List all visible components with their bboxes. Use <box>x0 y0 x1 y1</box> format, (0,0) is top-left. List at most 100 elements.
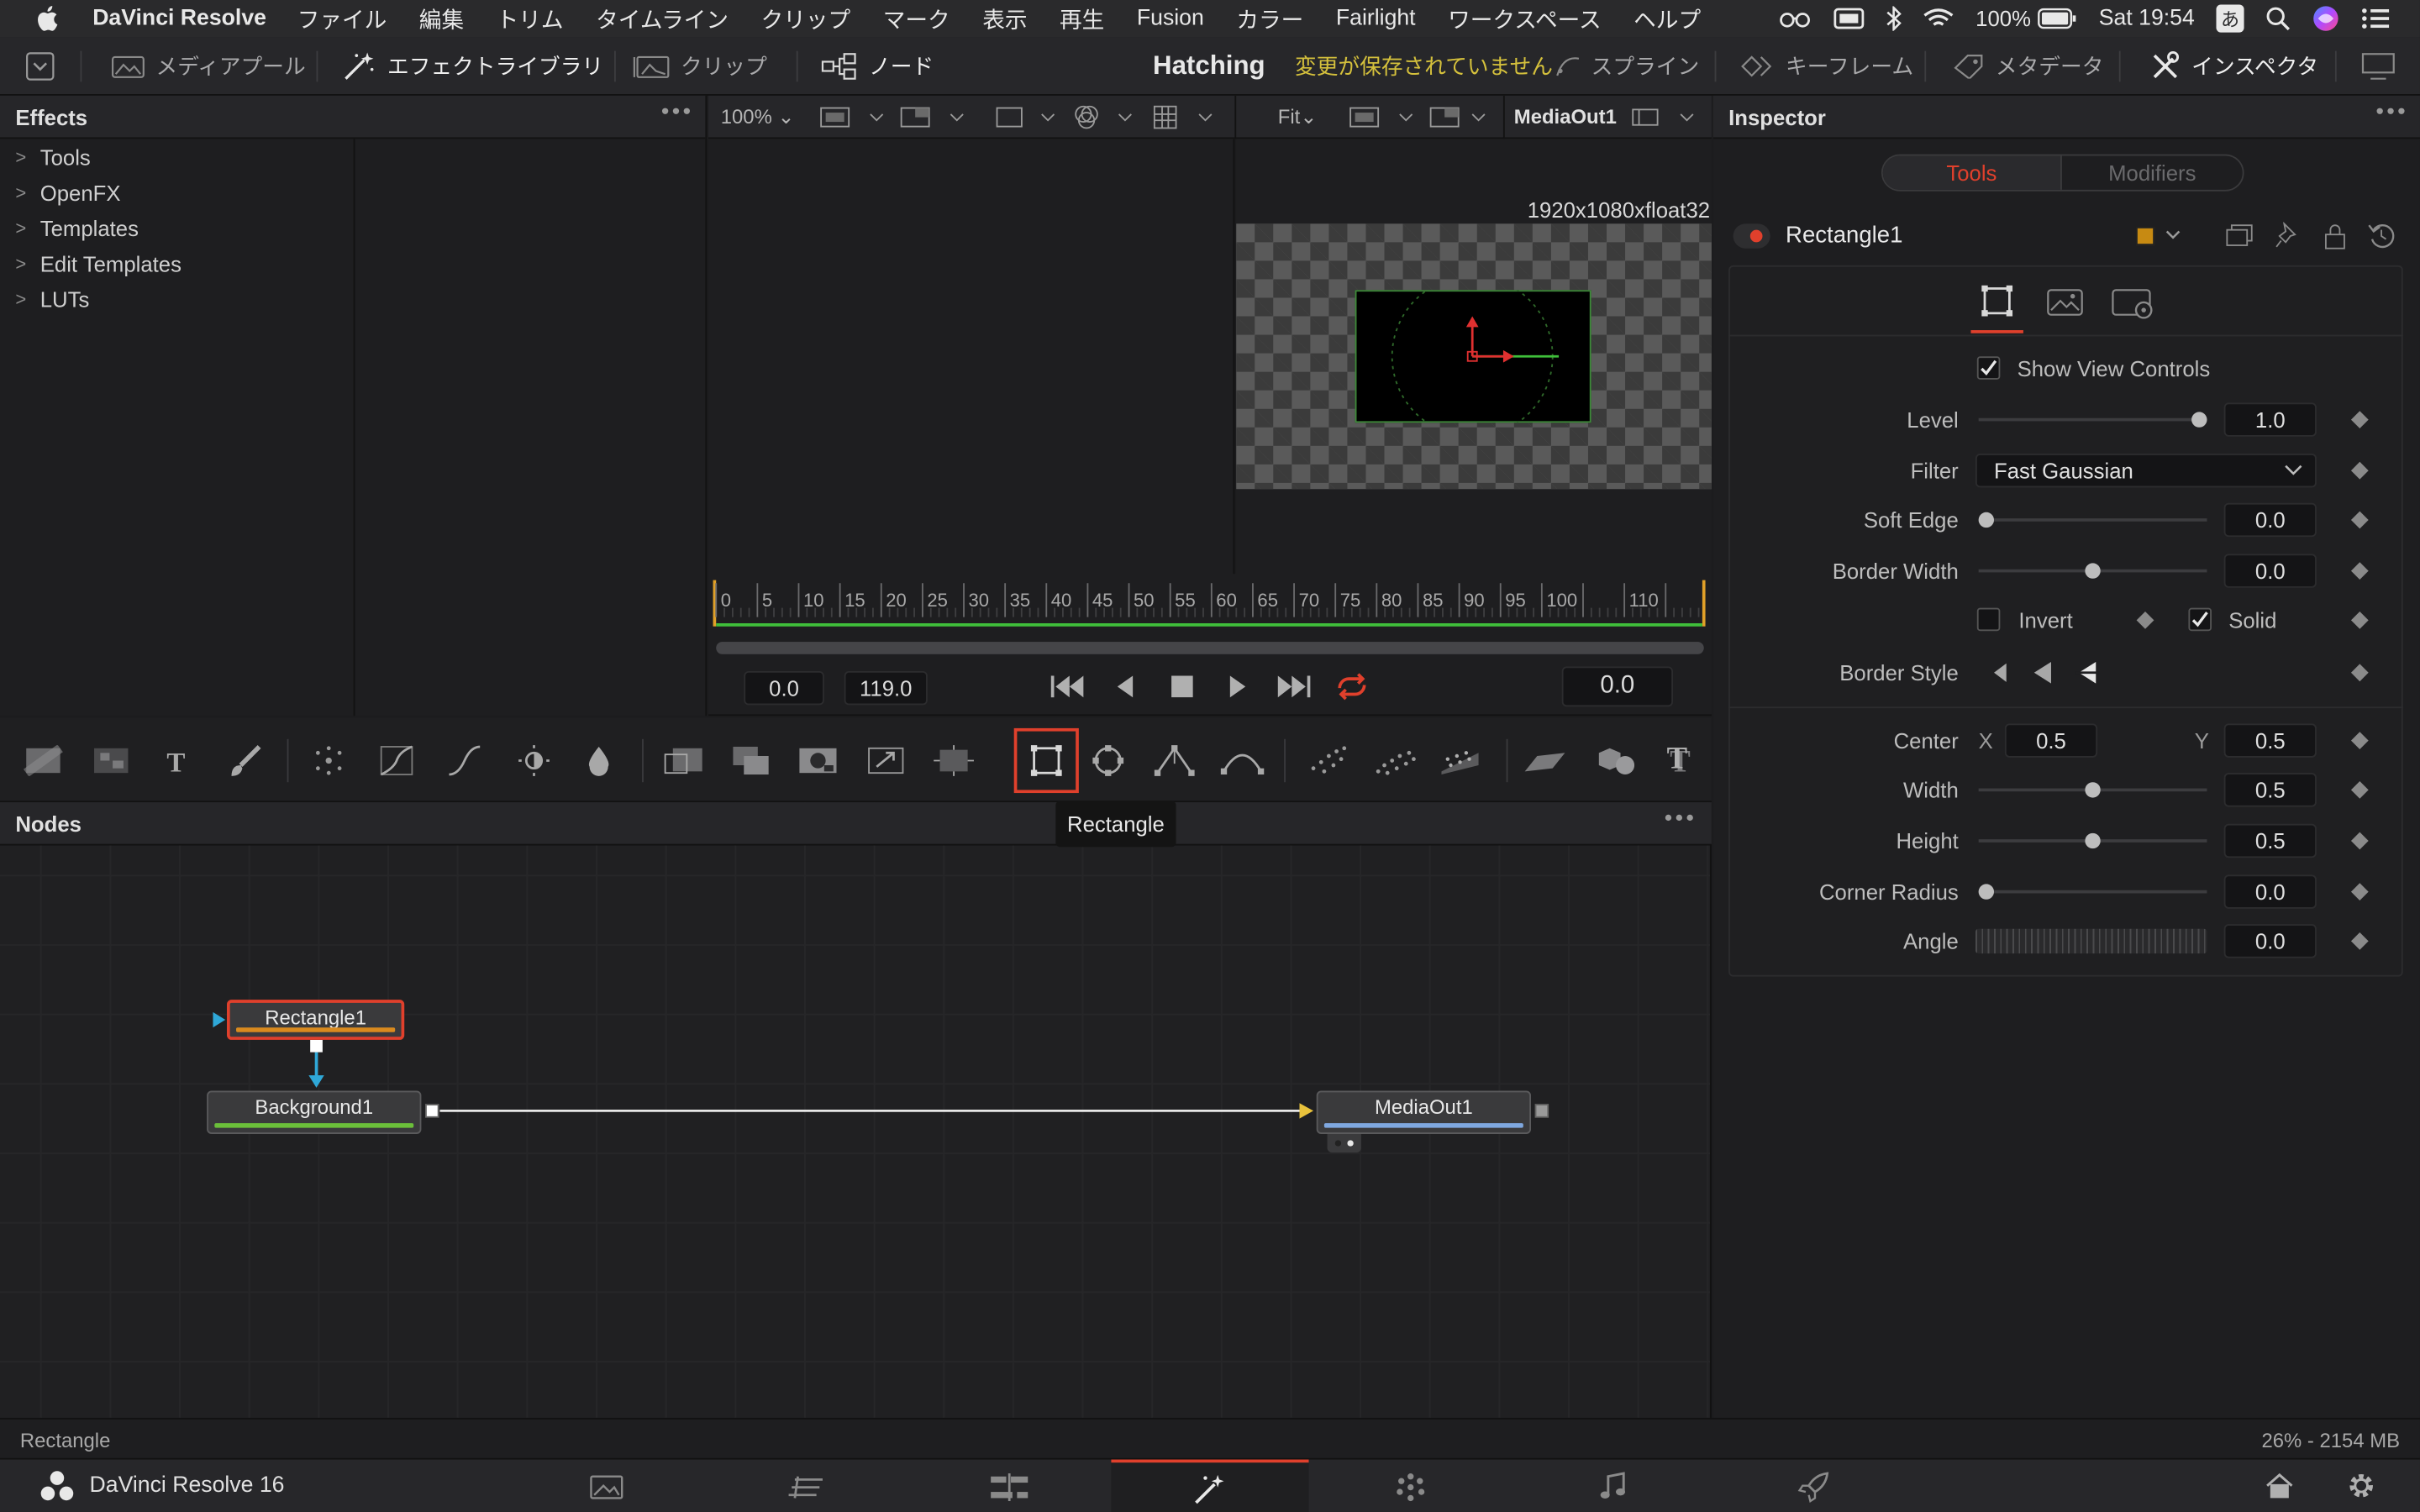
page-fusion[interactable] <box>1111 1459 1309 1512</box>
keyframe-icon[interactable] <box>2350 411 2369 428</box>
spline-button[interactable]: スプライン <box>1555 37 1699 96</box>
border-style-miter-icon[interactable] <box>2031 660 2055 685</box>
stop-icon[interactable] <box>1171 675 1193 698</box>
slider-knob[interactable] <box>2085 832 2101 849</box>
tree-item-edit-templates[interactable]: > Edit Templates <box>0 245 354 281</box>
particle-grid-icon[interactable] <box>1437 736 1486 785</box>
viewer-canvas[interactable] <box>1236 223 1712 490</box>
angle-value[interactable]: 0.0 <box>2223 924 2317 958</box>
loop-icon[interactable] <box>1334 673 1370 701</box>
chevron-down-icon[interactable] <box>2164 225 2182 244</box>
go-to-start-icon[interactable] <box>1050 673 1086 701</box>
border-style-bevel-icon[interactable] <box>1988 660 2012 685</box>
grid-guides-icon[interactable] <box>1153 105 1214 129</box>
menu-clip[interactable]: クリップ <box>761 3 851 35</box>
menu-view[interactable]: 表示 <box>982 3 1027 35</box>
viewer-left[interactable] <box>708 139 1235 575</box>
view-layout-icon[interactable] <box>819 107 897 129</box>
node-color-swatch[interactable] <box>2135 226 2155 246</box>
color-correct-icon[interactable] <box>439 736 489 785</box>
menu-fusion[interactable]: Fusion <box>1137 6 1204 30</box>
inspector-options-icon[interactable] <box>2376 108 2405 114</box>
shape-3d-icon[interactable] <box>1590 736 1639 785</box>
effects-library-button[interactable]: エフェクトライブラリ <box>343 37 603 96</box>
app-menu[interactable]: DaVinci Resolve <box>92 6 266 30</box>
particle-render-icon[interactable] <box>1304 736 1354 785</box>
zoom-left-dropdown[interactable]: 100% ⌄ <box>721 105 795 129</box>
menu-fairlight[interactable]: Fairlight <box>1336 6 1416 30</box>
tree-item-templates[interactable]: > Templates <box>0 210 354 245</box>
menu-color[interactable]: カラー <box>1236 3 1303 35</box>
page-deliver[interactable] <box>1715 1460 1912 1512</box>
filter-dropdown[interactable]: Fast Gaussian <box>1975 453 2317 488</box>
menu-workspace[interactable]: ワークスペース <box>1448 3 1601 35</box>
page-media[interactable] <box>508 1460 705 1512</box>
border-width-slider[interactable] <box>1978 563 2207 579</box>
transform-tool-icon[interactable] <box>861 736 911 785</box>
brightness-contrast-icon[interactable] <box>509 736 559 785</box>
spotlight-search-icon[interactable] <box>2265 6 2290 31</box>
page-color[interactable] <box>1312 1460 1509 1512</box>
particle-emitter-icon[interactable] <box>304 736 354 785</box>
node-rectangle1[interactable]: Rectangle1 <box>226 1000 405 1040</box>
pin-icon[interactable] <box>2275 222 2299 249</box>
border-width-value[interactable]: 0.0 <box>2223 554 2317 588</box>
keyframe-icon[interactable] <box>2350 732 2369 750</box>
soft-edge-slider[interactable] <box>1978 512 2207 528</box>
solid-checkbox[interactable] <box>2188 607 2212 632</box>
viewer-options-icon[interactable] <box>1631 107 1699 129</box>
media-pool-button[interactable]: メディアプール <box>111 37 306 96</box>
bspline-tool-icon[interactable] <box>1218 736 1267 785</box>
slider-knob[interactable] <box>2085 782 2101 798</box>
level-value[interactable]: 1.0 <box>2223 402 2317 437</box>
channel-booleans-icon[interactable] <box>727 736 776 785</box>
tab-modifiers[interactable]: Modifiers <box>2062 156 2243 190</box>
fast-noise-tool-icon[interactable] <box>87 736 136 785</box>
menu-file[interactable]: ファイル <box>297 3 387 35</box>
view-layout-right-icon[interactable] <box>1349 107 1426 129</box>
keyframes-button[interactable]: キーフレーム <box>1741 37 1913 96</box>
rectangle-tool-button[interactable] <box>1013 727 1079 794</box>
versions-icon[interactable] <box>2226 223 2254 248</box>
reset-icon[interactable] <box>2367 222 2395 249</box>
subtab-settings-icon[interactable] <box>2112 287 2158 321</box>
border-style-round-icon[interactable] <box>2075 659 2102 686</box>
color-channels-icon[interactable] <box>1073 105 1134 129</box>
resize-tool-icon[interactable] <box>929 736 979 785</box>
corner-radius-value[interactable]: 0.0 <box>2223 874 2317 909</box>
view-split-right-icon[interactable] <box>1429 107 1491 129</box>
page-cut[interactable] <box>707 1460 904 1512</box>
tree-item-luts[interactable]: > LUTs <box>0 281 354 316</box>
clock[interactable]: Sat 19:54 <box>2099 6 2195 30</box>
slider-knob[interactable] <box>2191 412 2207 428</box>
tree-item-tools[interactable]: > Tools <box>0 139 354 174</box>
panel-toggle-button[interactable] <box>24 37 55 96</box>
wifi-icon[interactable] <box>1923 8 1954 29</box>
keyframe-icon[interactable] <box>2350 611 2369 629</box>
go-to-end-icon[interactable] <box>1276 673 1313 701</box>
keyframe-icon[interactable] <box>2136 611 2154 629</box>
time-ruler[interactable]: 0 5 10 15 20 25 30 35 40 45 50 55 60 65 70 75 80 85 90 95 10… <box>708 574 1712 630</box>
width-slider[interactable] <box>1978 782 2207 798</box>
blur-drop-icon[interactable] <box>574 736 623 785</box>
paint-tool-icon[interactable] <box>221 736 271 785</box>
keyframe-icon[interactable] <box>2350 562 2369 580</box>
menu-mark[interactable]: マーク <box>883 3 950 35</box>
node-enable-toggle[interactable] <box>1733 223 1770 249</box>
rectangle-mask-preview[interactable] <box>1355 290 1591 423</box>
siri-icon[interactable] <box>2312 5 2339 33</box>
menu-playback[interactable]: 再生 <box>1060 3 1104 35</box>
invert-checkbox[interactable] <box>1976 607 2001 632</box>
matte-control-icon[interactable] <box>793 736 843 785</box>
glasses-icon[interactable] <box>1778 9 1812 28</box>
battery-icon[interactable] <box>2037 8 2077 29</box>
keyframe-icon[interactable] <box>2350 781 2369 799</box>
tree-item-openfx[interactable]: > OpenFX <box>0 175 354 210</box>
polygon-tool-icon[interactable] <box>1150 736 1199 785</box>
corner-radius-slider[interactable] <box>1978 884 2207 900</box>
node-background1[interactable]: Background1 <box>207 1090 422 1134</box>
color-curves-icon[interactable] <box>372 736 422 785</box>
slider-knob[interactable] <box>2085 563 2101 579</box>
center-x-value[interactable]: 0.5 <box>2004 723 2098 758</box>
lock-icon[interactable] <box>2323 222 2347 249</box>
